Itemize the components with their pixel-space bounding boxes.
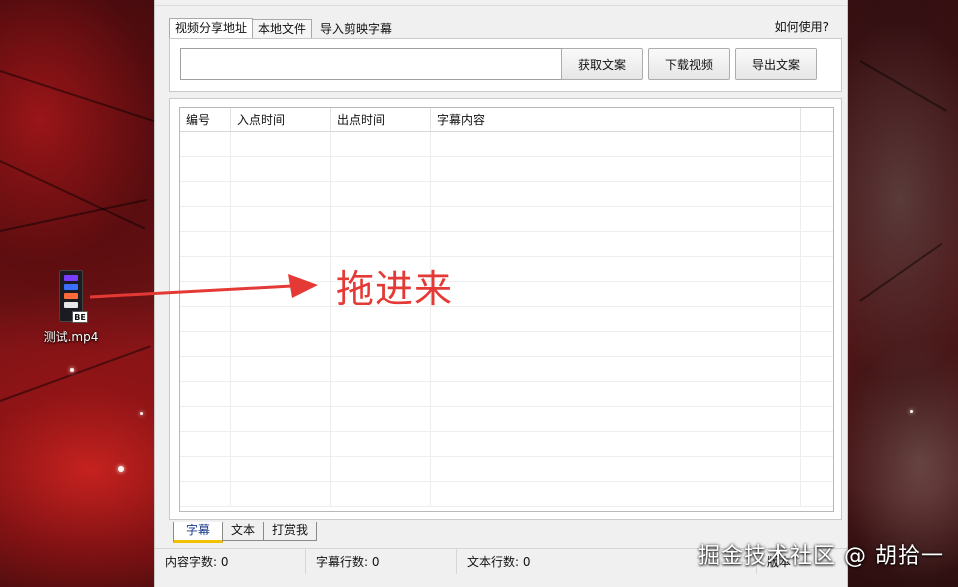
watermark-text: 掘金技术社区 @ 胡拾一 [698, 544, 944, 569]
drag-arrow [89, 274, 318, 299]
drag-arrow-head [288, 274, 318, 298]
drag-hint-label: 拖进来 [336, 267, 454, 311]
drag-arrow-shaft [89, 284, 293, 299]
